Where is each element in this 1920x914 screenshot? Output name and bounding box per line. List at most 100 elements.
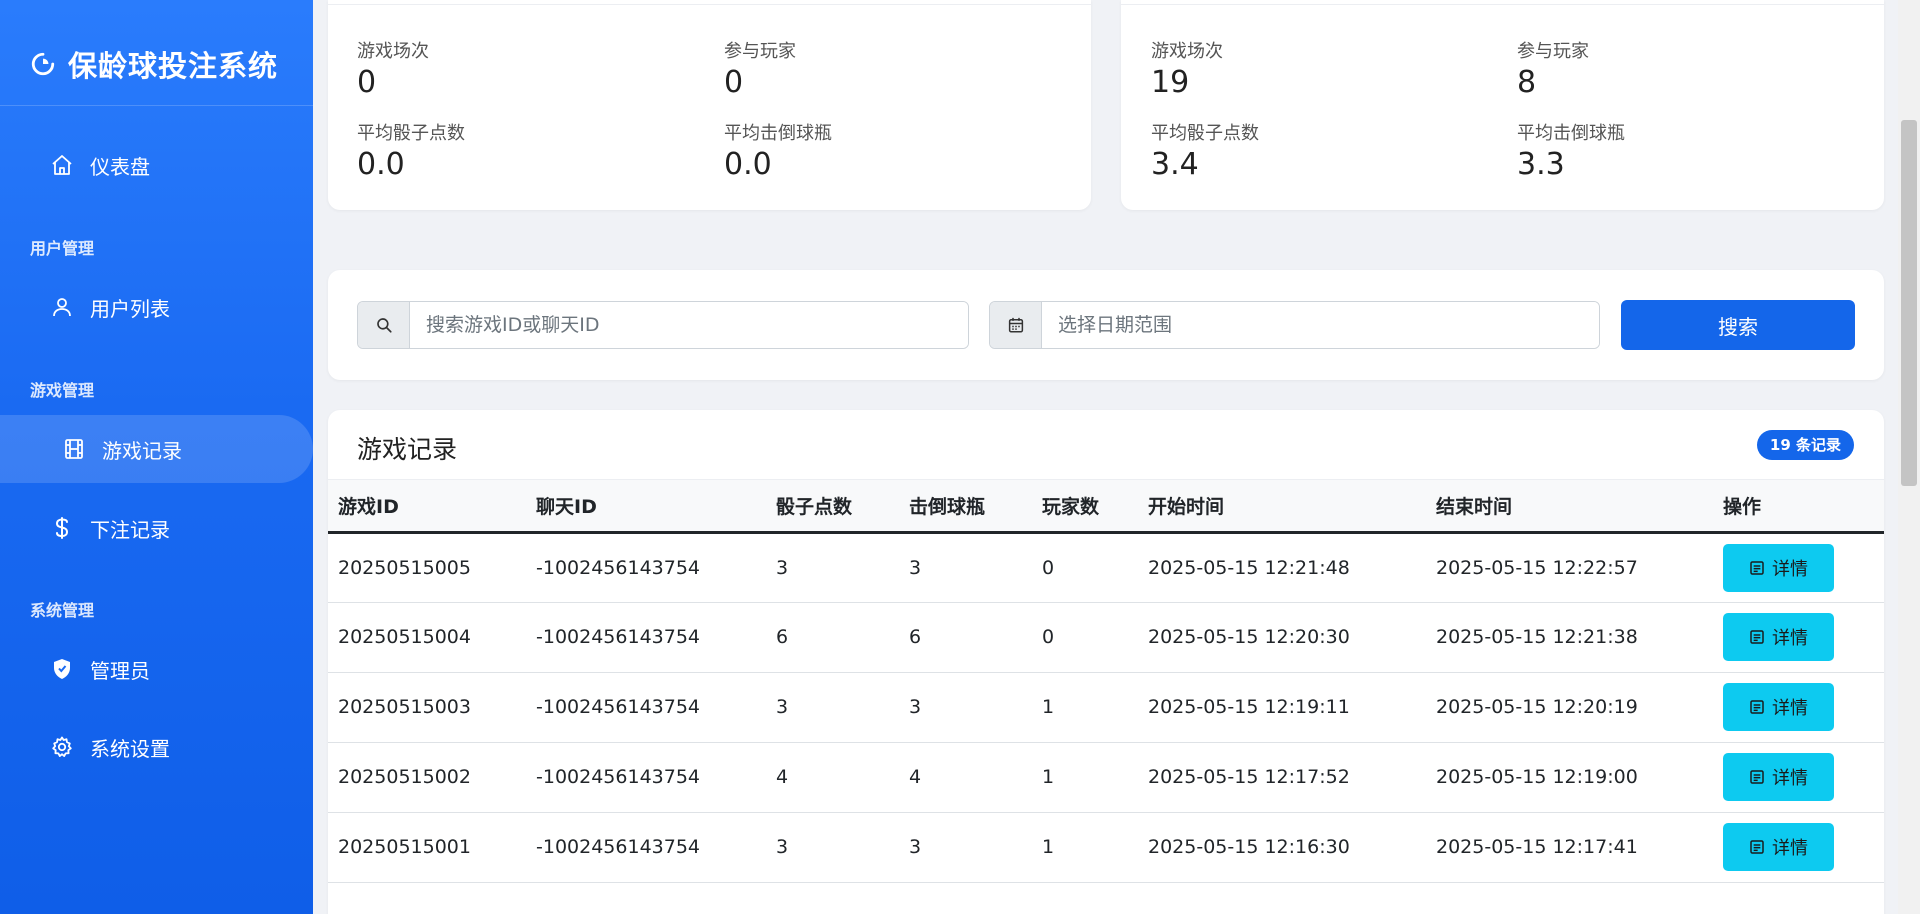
cell-end: 2025-05-15 12:17:41 <box>1426 812 1713 883</box>
detail-button[interactable]: 详情 <box>1723 753 1834 801</box>
page-scrollbar-thumb[interactable] <box>1901 120 1917 486</box>
stat-games: 游戏场次 0 <box>357 37 657 100</box>
stat-value: 3.3 <box>1517 147 1565 182</box>
game-records-card: 游戏记录 19 条记录 游戏ID 聊天ID 骰子点数 击倒球瓶 玩家数 开始时间… <box>328 410 1884 914</box>
column-header[interactable]: 玩家数 <box>1032 480 1138 534</box>
nav-section-user: 用户管理 <box>30 239 95 258</box>
stats-card-left: 游戏场次 0 参与玩家 0 平均骰子点数 0.0 平均击倒球瓶 0.0 <box>328 0 1091 210</box>
table-row: 20250515004 -1002456143754 6 6 0 2025-05-15 1… <box>328 602 1884 673</box>
cell-start: 2025-05-15 12:16:30 <box>1138 812 1426 883</box>
keyword-search-input[interactable] <box>410 302 968 348</box>
column-header[interactable]: 开始时间 <box>1138 480 1426 534</box>
user-icon <box>53 298 71 317</box>
dollar-icon <box>55 517 69 539</box>
table-header-row: 游戏ID 聊天ID 骰子点数 击倒球瓶 玩家数 开始时间 结束时间 操作 <box>328 480 1884 534</box>
cell-start: 2025-05-15 12:20:30 <box>1138 602 1426 673</box>
stat-avg-dice: 平均骰子点数 3.4 <box>1151 119 1451 182</box>
stat-value: 0 <box>724 65 744 100</box>
cell-pins: 3 <box>899 672 1032 743</box>
cell-game-id: 20250515001 <box>328 812 526 883</box>
detail-button-label: 详情 <box>1772 838 1808 859</box>
cell-pins: 6 <box>899 602 1032 673</box>
table-row: 20250515003 -1002456143754 3 3 1 2025-05-15 1… <box>328 672 1884 743</box>
list-detail-icon <box>1750 560 1764 575</box>
records-header: 游戏记录 19 条记录 <box>328 410 1884 480</box>
sidebar: 保龄球投注系统 仪表盘 用户管理 用户列表 游戏管理 游戏记录 下注记录 系统管… <box>0 0 313 914</box>
brand[interactable]: 保龄球投注系统 <box>30 44 278 84</box>
detail-button[interactable]: 详情 <box>1723 613 1834 661</box>
list-detail-icon <box>1750 840 1764 854</box>
search-button[interactable]: 搜索 <box>1621 300 1855 350</box>
stat-value: 0.0 <box>724 147 772 182</box>
detail-button[interactable]: 详情 <box>1723 543 1834 592</box>
list-detail-icon <box>1750 770 1764 784</box>
cell-actions: 详情 <box>1713 532 1884 603</box>
column-header[interactable]: 骰子点数 <box>766 480 899 534</box>
column-header[interactable]: 结束时间 <box>1426 480 1713 534</box>
card-top-border <box>1121 4 1884 5</box>
film-icon <box>65 439 83 459</box>
cell-dice: 3 <box>766 532 899 603</box>
sidebar-item-admins[interactable]: 管理员 <box>0 635 313 703</box>
stats-card-right: 游戏场次 19 参与玩家 8 平均骰子点数 3.4 平均击倒球瓶 3.3 <box>1121 0 1884 210</box>
stat-value: 0 <box>357 65 377 100</box>
records-title: 游戏记录 <box>357 435 458 464</box>
cell-actions: 详情 <box>1713 672 1884 743</box>
sidebar-item-label: 用户列表 <box>90 296 170 321</box>
app-window: 保龄球投注系统 仪表盘 用户管理 用户列表 游戏管理 游戏记录 下注记录 系统管… <box>0 0 1920 914</box>
sidebar-item-bet-records[interactable]: 下注记录 <box>0 494 313 562</box>
stat-label: 平均骰子点数 <box>1151 123 1259 144</box>
home-icon <box>52 155 72 175</box>
brand-divider <box>0 105 313 106</box>
cell-players: 1 <box>1032 742 1138 813</box>
sidebar-item-settings[interactable]: 系统设置 <box>0 713 313 781</box>
date-range-group <box>989 301 1600 349</box>
stat-label: 参与玩家 <box>724 41 796 62</box>
column-header[interactable]: 游戏ID <box>328 480 526 534</box>
stat-label: 平均骰子点数 <box>357 123 465 144</box>
stat-avg-pins: 平均击倒球瓶 0.0 <box>724 119 1024 182</box>
stat-label: 平均击倒球瓶 <box>724 123 832 144</box>
list-detail-icon <box>1750 700 1764 714</box>
detail-button-label: 详情 <box>1772 628 1808 649</box>
table-row: 20250515002 -1002456143754 4 4 1 2025-05-15 1… <box>328 742 1884 813</box>
column-header[interactable]: 击倒球瓶 <box>899 480 1032 534</box>
cell-players: 0 <box>1032 602 1138 673</box>
sidebar-item-label: 仪表盘 <box>90 154 150 179</box>
cell-end: 2025-05-15 12:21:38 <box>1426 602 1713 673</box>
sidebar-item-game-records[interactable]: 游戏记录 <box>0 415 313 483</box>
cell-game-id: 20250515003 <box>328 672 526 743</box>
cell-pins: 4 <box>899 742 1032 813</box>
detail-button[interactable]: 详情 <box>1723 683 1834 731</box>
sidebar-item-dashboard[interactable]: 仪表盘 <box>0 131 313 199</box>
stat-label: 游戏场次 <box>357 41 429 62</box>
cell-end: 2025-05-15 12:19:00 <box>1426 742 1713 813</box>
cell-end: 2025-05-15 12:22:57 <box>1426 532 1713 603</box>
cell-players: 1 <box>1032 812 1138 883</box>
cell-end: 2025-05-15 12:20:19 <box>1426 672 1713 743</box>
sidebar-item-label: 游戏记录 <box>102 438 182 463</box>
detail-button[interactable]: 详情 <box>1723 823 1834 871</box>
sidebar-item-label: 系统设置 <box>90 736 170 761</box>
cell-dice: 3 <box>766 812 899 883</box>
stat-avg-pins: 平均击倒球瓶 3.3 <box>1517 119 1817 182</box>
detail-button-label: 详情 <box>1772 698 1808 719</box>
stat-value: 3.4 <box>1151 147 1199 182</box>
cell-actions: 详情 <box>1713 742 1884 813</box>
stat-games: 游戏场次 19 <box>1151 37 1451 100</box>
sidebar-item-user-list[interactable]: 用户列表 <box>0 273 313 341</box>
cell-actions: 详情 <box>1713 602 1884 673</box>
game-records-table: 游戏ID 聊天ID 骰子点数 击倒球瓶 玩家数 开始时间 结束时间 操作 202… <box>328 480 1884 883</box>
table-row: 20250515005 -1002456143754 3 3 0 2025-05-15 1… <box>328 532 1884 603</box>
cell-players: 0 <box>1032 532 1138 603</box>
date-range-input[interactable] <box>1042 302 1599 348</box>
column-header: 操作 <box>1713 480 1884 534</box>
sidebar-item-label: 管理员 <box>90 658 150 683</box>
stat-label: 平均击倒球瓶 <box>1517 123 1625 144</box>
stat-players: 参与玩家 0 <box>724 37 1024 100</box>
column-header[interactable]: 聊天ID <box>526 480 766 534</box>
cell-start: 2025-05-15 12:21:48 <box>1138 532 1426 603</box>
cell-players: 1 <box>1032 672 1138 743</box>
calendar-icon <box>1008 317 1023 333</box>
stat-value: 0.0 <box>357 147 405 182</box>
